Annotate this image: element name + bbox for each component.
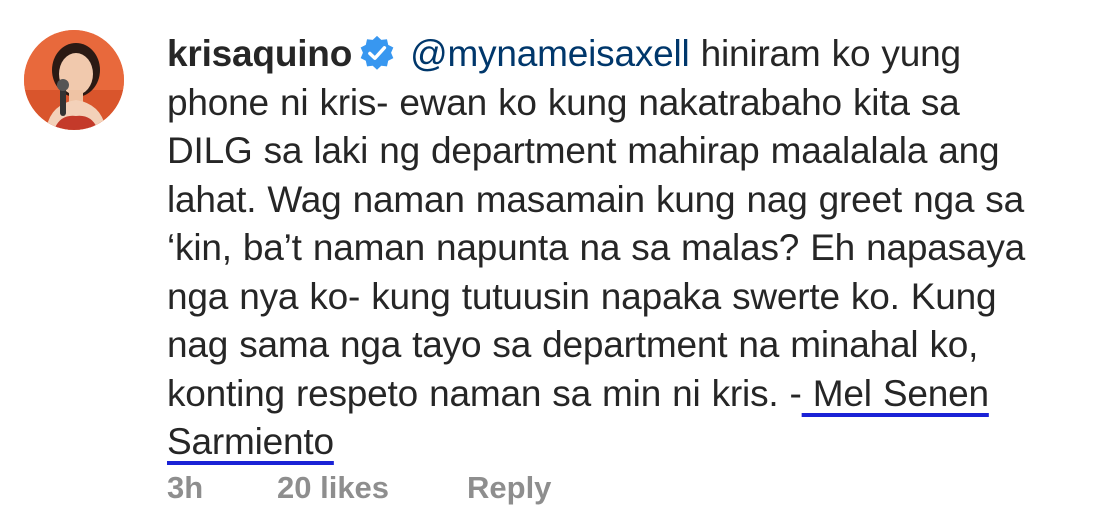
comment-line-6: nga nya ko- kung tutuusin napaka swerte … <box>167 275 997 317</box>
reply-button[interactable]: Reply <box>467 470 551 506</box>
comment-line-3: DILG sa laki ng department mahirap maala… <box>167 130 1000 171</box>
username-link[interactable]: krisaquino <box>167 33 352 74</box>
verified-badge-icon <box>358 34 396 72</box>
timestamp[interactable]: 3h <box>167 470 277 506</box>
comment-row: krisaquino @mynameisaxell hiniram ko yun… <box>0 0 1120 518</box>
comment-text: krisaquino @mynameisaxell hiniram ko yun… <box>167 30 1087 467</box>
comment-text-segment: konting respeto naman sa min ni kris. - <box>167 372 802 414</box>
author-name-underlined: Mel Senen <box>801 372 989 414</box>
comment-line-7: nag sama nga tayo sa department na minah… <box>167 324 979 365</box>
avatar[interactable] <box>24 30 124 130</box>
comment-line-8: konting respeto naman sa min ni kris. - … <box>167 370 1087 419</box>
avatar-photo-icon <box>24 30 124 130</box>
comment-line-9: Sarmiento <box>167 418 1087 467</box>
comment-line-2: phone ni kris- ewan ko kung nakatrabaho … <box>167 81 960 123</box>
comment-line-4: lahat. Wag naman masamain kung nag greet… <box>167 178 1024 220</box>
comment-line-1: krisaquino @mynameisaxell hiniram ko yun… <box>167 30 1087 79</box>
comment-line-5: ‘kin, ba’t naman napunta na sa malas? Eh… <box>167 227 1025 268</box>
comment-meta-bar: 3h 20 likes Reply <box>167 470 551 506</box>
mention-link[interactable]: @mynameisaxell <box>410 33 690 74</box>
comment-text-segment: hiniram ko yung <box>689 33 961 74</box>
likes-count-link[interactable]: 20 likes <box>277 470 467 506</box>
author-name-underlined-cont: Sarmiento <box>167 421 334 462</box>
